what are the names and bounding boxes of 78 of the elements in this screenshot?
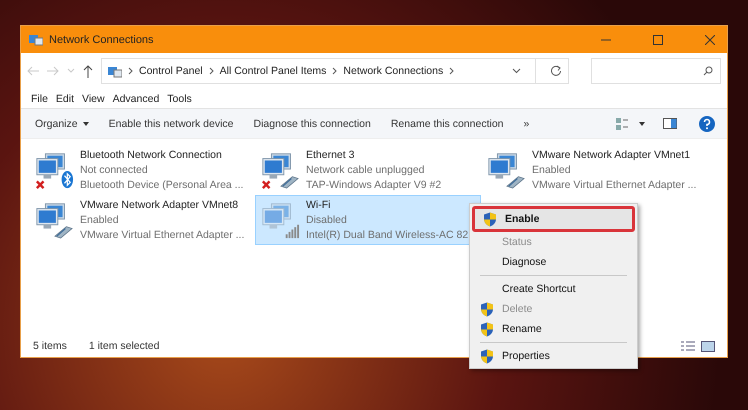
cable-plug-icon — [54, 226, 73, 239]
address-bar[interactable]: Control Panel All Control Panel Items Network Connections — [101, 58, 569, 84]
command-button[interactable]: » — [518, 118, 540, 130]
computers-icon — [488, 153, 517, 179]
window-title: Network Connections — [49, 34, 155, 46]
breadcrumb[interactable]: Network Connections — [343, 65, 444, 77]
help-icon[interactable] — [699, 116, 715, 132]
command-button[interactable]: Enable this network device — [102, 118, 244, 130]
connection-item[interactable]: Ethernet 3 Network cable unplugged TAP-Windows Adapter V9 #2 — [255, 145, 481, 195]
connection-status: Not connected — [80, 162, 149, 178]
computers-icon — [36, 153, 65, 179]
menu-item[interactable]: File — [27, 92, 52, 104]
connection-name: VMware Network Adapter VMnet1 — [532, 148, 692, 162]
preview-pane-icon[interactable] — [663, 118, 677, 129]
command-button[interactable]: Organize — [29, 118, 99, 130]
connection-item[interactable]: VMware Network Adapter VMnet8 Enabled VMware Virtual Ethernet Adapter ... — [29, 195, 255, 245]
computers-icon — [36, 203, 65, 229]
shield-icon — [480, 302, 494, 316]
menu-item[interactable]: View — [78, 92, 109, 104]
chevron-icon — [128, 67, 133, 75]
adapter-name: TAP-Windows Adapter V9 #2 — [306, 178, 442, 192]
connection-item[interactable]: VMware Network Adapter VMnet1 Enabled VMware Virtual Ethernet Adapter ... — [481, 145, 717, 195]
connection-name: VMware Network Adapter VMnet8 — [80, 198, 240, 212]
command-button[interactable]: Diagnose this connection — [248, 118, 381, 130]
computers-icon — [262, 203, 291, 229]
computers-icon — [262, 153, 291, 179]
menu-option[interactable]: Create Shortcut — [472, 279, 635, 299]
close-icon — [705, 34, 715, 44]
menu-option[interactable]: Properties — [472, 346, 635, 366]
menu-item[interactable]: Tools — [163, 92, 196, 104]
shield-icon — [480, 322, 494, 336]
breadcrumb[interactable]: All Control Panel Items — [220, 65, 326, 77]
menu-item[interactable]: Advanced — [108, 92, 164, 104]
adapter-name: VMware Virtual Ethernet Adapter ... — [80, 228, 244, 242]
dropdown-caret-icon[interactable] — [512, 68, 521, 74]
maximize-icon — [653, 34, 663, 44]
chevron-icon — [449, 67, 454, 75]
selection-count: 1 item selected — [88, 340, 160, 352]
caret-icon — [82, 122, 89, 126]
chevron-icon — [332, 67, 338, 75]
search-icon — [703, 66, 713, 76]
breadcrumb[interactable]: Control Panel — [139, 65, 203, 77]
connection-status: Enabled — [532, 162, 572, 178]
network-folder-icon — [29, 33, 43, 46]
connection-status: Network cable unplugged — [306, 162, 426, 178]
search-field[interactable] — [591, 58, 721, 84]
connection-name: Bluetooth Network Connection — [80, 148, 223, 162]
chevron-icon — [208, 67, 214, 75]
menu-item[interactable]: Edit — [52, 92, 78, 104]
connection-name: Ethernet 3 — [306, 148, 356, 162]
connection-item[interactable]: Bluetooth Network Connection Not connected Bluetooth Device (Personal Area ... — [29, 145, 255, 195]
cable-plug-icon — [506, 176, 525, 189]
connection-status: Enabled — [80, 212, 120, 228]
large-icons-view-icon[interactable] — [701, 340, 715, 352]
menu-option[interactable]: Rename — [472, 319, 635, 339]
shield-icon — [483, 212, 497, 226]
details-view-icon[interactable] — [681, 340, 695, 352]
adapter-name: Intel(R) Dual Band Wireless-AC 82 — [306, 228, 468, 242]
command-button[interactable]: Rename this connection — [384, 118, 514, 130]
connection-item[interactable]: Wi-Fi Disabled Intel(R) Dual Band Wireless-AC 82 — [255, 195, 481, 245]
item-count: 5 items — [33, 340, 67, 352]
bluetooth-icon — [62, 170, 74, 188]
adapter-name: VMware Virtual Ethernet Adapter ... — [532, 178, 696, 192]
control-panel-icon — [108, 64, 122, 78]
cable-plug-icon — [280, 176, 299, 189]
menu-option[interactable]: Enable — [472, 206, 635, 232]
signal-bars-icon — [286, 224, 300, 238]
caret-icon[interactable] — [639, 122, 645, 126]
refresh-icon[interactable] — [550, 65, 562, 77]
error-x-icon — [36, 180, 45, 190]
connection-status: Disabled — [306, 212, 348, 228]
menu-option[interactable]: Diagnose — [472, 252, 635, 272]
connection-name: Wi-Fi — [306, 198, 332, 212]
up-arrow-icon[interactable] — [83, 64, 93, 78]
shield-icon — [480, 348, 494, 364]
error-x-icon — [262, 180, 271, 190]
adapter-name: Bluetooth Device (Personal Area ... — [80, 178, 244, 192]
view-options-icon[interactable] — [615, 116, 629, 130]
